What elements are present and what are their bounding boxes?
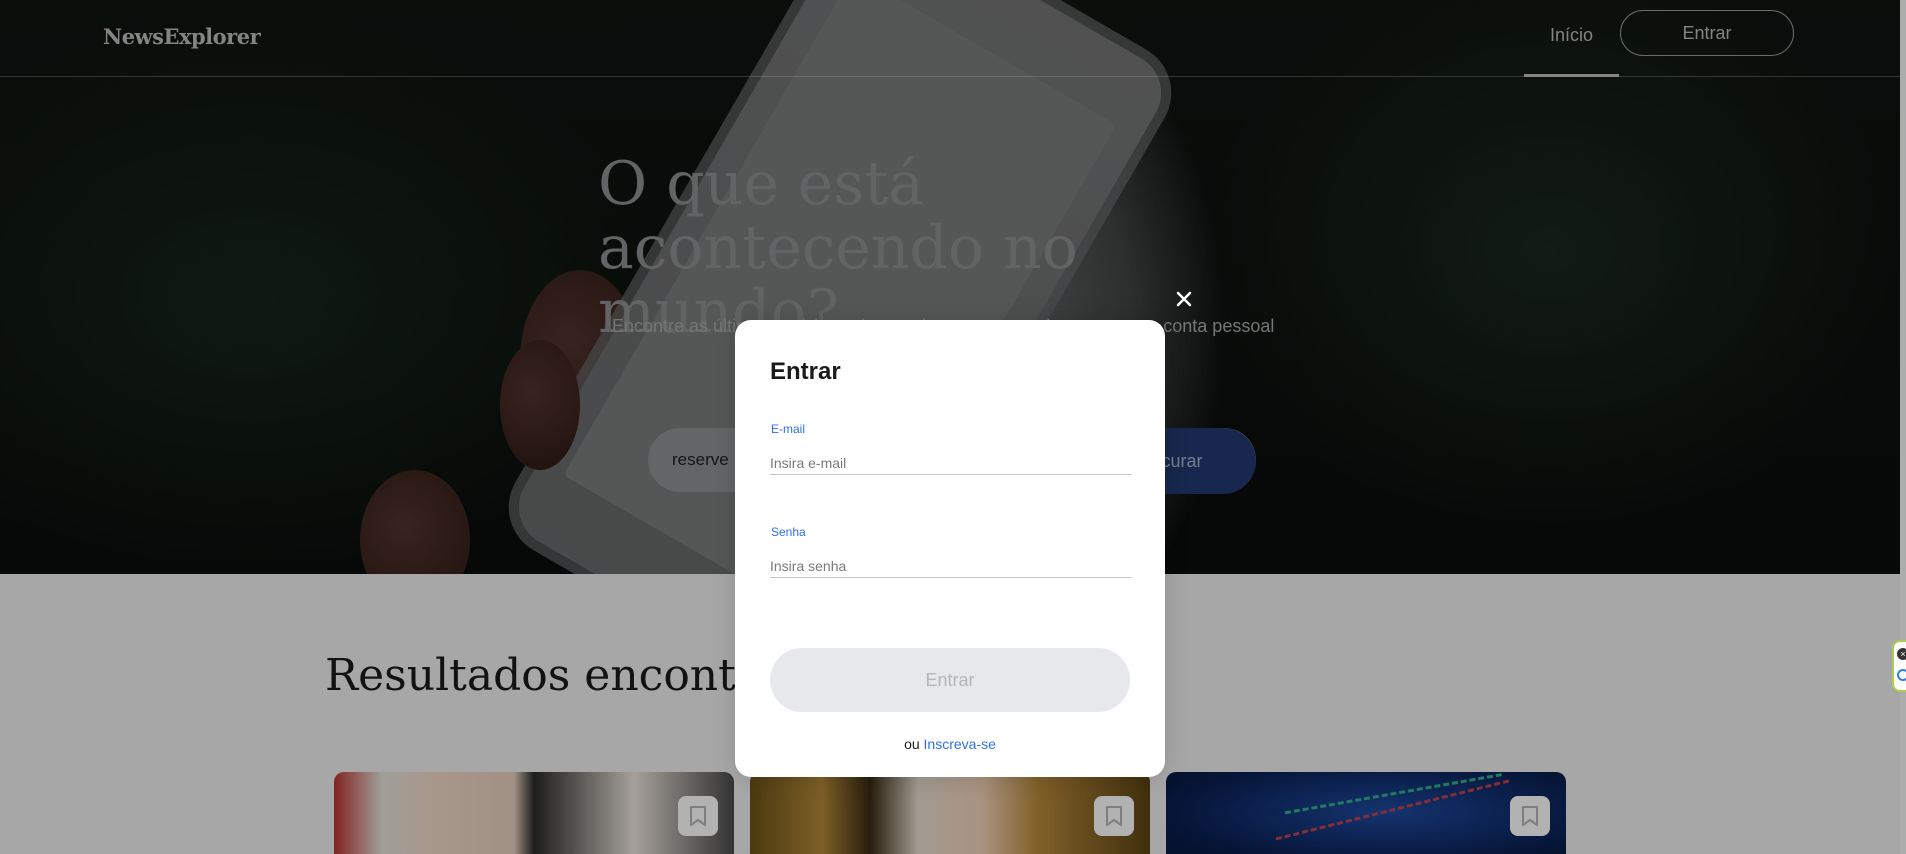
signup-link[interactable]: Inscreva-se xyxy=(924,736,996,752)
password-label: Senha xyxy=(771,525,806,539)
email-field[interactable] xyxy=(770,452,1132,475)
footer-prefix: ou xyxy=(904,736,920,752)
extension-badge[interactable]: × xyxy=(1892,640,1906,692)
email-label: E-mail xyxy=(771,422,806,436)
extension-close-icon[interactable]: × xyxy=(1897,648,1906,660)
modal-title: Entrar xyxy=(770,358,841,385)
login-modal: Entrar E-mail Senha Entrar ou Inscreva-s… xyxy=(735,320,1165,777)
modal-footer: ou Inscreva-se xyxy=(735,736,1165,752)
close-icon xyxy=(1176,291,1192,307)
modal-close-button[interactable] xyxy=(1172,287,1196,311)
password-field[interactable] xyxy=(770,555,1132,578)
login-submit-button[interactable]: Entrar xyxy=(770,648,1130,712)
extension-logo-icon[interactable] xyxy=(1897,669,1906,681)
